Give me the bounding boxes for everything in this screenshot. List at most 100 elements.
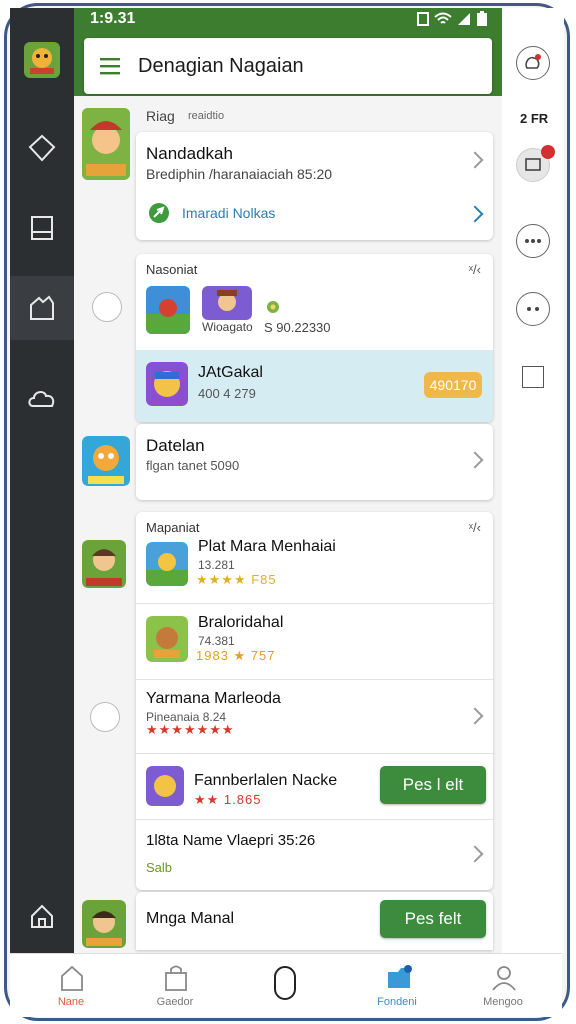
folder-icon bbox=[388, 965, 412, 988]
list-item[interactable]: 1l8ta Name Vlaepri 35:26 Salb bbox=[136, 820, 493, 890]
right-rail: 2 FR bbox=[502, 8, 564, 953]
more-icon[interactable] bbox=[516, 224, 550, 258]
list-item[interactable]: Braloridahal 74.381 1983 ★ 757 bbox=[136, 604, 493, 680]
row-subtitle: 400 4 279 bbox=[198, 386, 256, 401]
expand-icon[interactable] bbox=[92, 292, 122, 322]
home-icon bbox=[61, 965, 83, 991]
row-title: JAtGakal bbox=[198, 364, 263, 381]
left-rail bbox=[10, 8, 74, 953]
item-label: Wioagato bbox=[202, 320, 253, 334]
game-thumbnail[interactable] bbox=[146, 286, 190, 334]
nav-center[interactable] bbox=[242, 954, 332, 1018]
bag-icon bbox=[165, 965, 187, 991]
badge-icon bbox=[541, 145, 555, 159]
item-rating: ★★★★★★★ bbox=[146, 722, 235, 737]
cloud-icon[interactable] bbox=[10, 366, 74, 430]
item-title: Plat Mara Menhaiai bbox=[198, 538, 336, 555]
game-thumbnail[interactable] bbox=[82, 108, 130, 180]
action-button[interactable]: Pes felt bbox=[380, 900, 486, 938]
nav-label: Gaedor bbox=[156, 996, 194, 1008]
card-subtitle: flgan tanet 5090 bbox=[146, 458, 240, 473]
item-meta: 13.281 bbox=[198, 558, 235, 572]
options-icon[interactable] bbox=[516, 292, 550, 326]
list-card: Nasoniat ˣ/‹ Wioagato S 90.22330 JAtGaka… bbox=[136, 254, 493, 422]
collapse-icon[interactable]: ˣ/‹ bbox=[469, 262, 481, 277]
nfc-icon bbox=[417, 12, 429, 26]
card-link[interactable]: Imaradi Nolkas bbox=[182, 205, 275, 221]
status-bar: 1:9.31 bbox=[74, 8, 502, 32]
nav-shop[interactable]: Gaedor bbox=[130, 954, 220, 1018]
game-thumbnail[interactable] bbox=[82, 436, 130, 486]
item-rating: ★★★★ F85 bbox=[196, 572, 277, 587]
item-price: S 90.22330 bbox=[264, 320, 331, 335]
app-logo-icon[interactable] bbox=[10, 28, 74, 92]
item-meta: Salb bbox=[146, 860, 173, 875]
list-item[interactable]: Plat Mara Menhaiai 13.281 ★★★★ F85 bbox=[136, 534, 493, 604]
card-header: Nasoniat bbox=[146, 262, 198, 277]
section-sublabel: reaidtio bbox=[188, 110, 225, 122]
game-thumbnail[interactable] bbox=[146, 362, 188, 406]
item-title: Fannberlalen Nacke bbox=[194, 772, 338, 789]
highlight-row[interactable]: JAtGakal 400 4 279 490170 bbox=[136, 350, 493, 422]
nav-label: Nane bbox=[57, 996, 85, 1008]
list-card: Mapaniat ˣ/‹ Plat Mara Menhaiai 13.281 ★… bbox=[136, 512, 493, 890]
bottom-navigation: Nane Gaedor Fondeni Mengoo bbox=[10, 953, 562, 1017]
battery-icon bbox=[477, 11, 487, 26]
nav-folder[interactable]: Fondeni bbox=[352, 954, 442, 1018]
play-icon[interactable] bbox=[90, 702, 120, 732]
item-rating: 1983 ★ 757 bbox=[196, 648, 276, 663]
item-title: Yarmana Marleoda bbox=[146, 690, 281, 707]
item-title: Braloridahal bbox=[198, 614, 284, 631]
verified-icon bbox=[267, 301, 279, 313]
item-title: Mnga Manal bbox=[146, 910, 235, 927]
list-card[interactable]: Datelan flgan tanet 5090 bbox=[136, 424, 493, 500]
list-item[interactable]: Fannberlalen Nacke ★★ 1.865 Pes l elt bbox=[136, 754, 493, 820]
chevron-right-icon[interactable] bbox=[466, 451, 484, 469]
game-thumbnail[interactable] bbox=[146, 542, 188, 586]
game-thumbnail[interactable] bbox=[202, 286, 252, 320]
nav-profile[interactable]: Mengoo bbox=[458, 954, 548, 1018]
status-time: 1:9.31 bbox=[90, 10, 136, 27]
diamond-icon[interactable] bbox=[10, 116, 74, 180]
game-thumbnail[interactable] bbox=[146, 766, 184, 806]
game-thumbnail[interactable] bbox=[82, 900, 126, 948]
home-rail-icon[interactable] bbox=[10, 884, 74, 948]
item-rating: ★★ 1.865 bbox=[194, 792, 262, 807]
item-meta: 74.381 bbox=[198, 634, 235, 648]
nav-home[interactable]: Nane bbox=[26, 954, 116, 1018]
chevron-right-icon[interactable] bbox=[466, 151, 484, 169]
cart-icon[interactable] bbox=[516, 145, 555, 182]
page-title: Denagian Nagaian bbox=[138, 54, 304, 77]
leaf-icon bbox=[149, 203, 169, 223]
card-header: Mapaniat bbox=[146, 520, 200, 535]
card-title: Datelan bbox=[146, 436, 205, 455]
featured-card[interactable]: Nandadkah Brediphin /haranaiaciah 85:20 … bbox=[136, 132, 493, 240]
menu-icon[interactable] bbox=[100, 57, 122, 75]
signal-icon bbox=[458, 13, 470, 25]
item-title: 1l8ta Name Vlaepri 35:26 bbox=[146, 832, 316, 849]
app-bar: Denagian Nagaian bbox=[84, 38, 492, 94]
list-item[interactable]: Yarmana Marleoda Pineanaia 8.24 ★★★★★★★ bbox=[136, 680, 493, 754]
center-oval-icon bbox=[274, 966, 296, 1000]
tablet-icon[interactable] bbox=[10, 196, 74, 260]
link-chevron-icon[interactable] bbox=[466, 205, 484, 223]
nav-label: Mengoo bbox=[483, 996, 523, 1008]
action-button[interactable]: Pes l elt bbox=[380, 766, 486, 804]
rail-label: 2 FR bbox=[520, 111, 549, 126]
list-card[interactable]: Mnga Manal Pes felt bbox=[136, 892, 493, 950]
game-thumbnail[interactable] bbox=[146, 616, 188, 662]
profile-icon bbox=[492, 966, 516, 991]
section-label: Riag bbox=[146, 108, 175, 124]
notification-icon[interactable] bbox=[516, 46, 550, 80]
card-subtitle: Brediphin /haranaiaciah 85:20 bbox=[146, 166, 333, 182]
chevron-right-icon[interactable] bbox=[466, 845, 484, 863]
price-pill[interactable]: 490170 bbox=[424, 372, 482, 398]
wifi-icon bbox=[434, 12, 452, 24]
game-thumbnail[interactable] bbox=[82, 540, 126, 588]
card-title: Nandadkah bbox=[146, 144, 233, 163]
chevron-right-icon[interactable] bbox=[466, 707, 484, 725]
share-icon[interactable] bbox=[522, 366, 544, 388]
nav-label: Fondeni bbox=[377, 996, 417, 1008]
collapse-icon[interactable]: ˣ/‹ bbox=[469, 520, 481, 535]
puzzle-icon[interactable] bbox=[10, 276, 74, 340]
